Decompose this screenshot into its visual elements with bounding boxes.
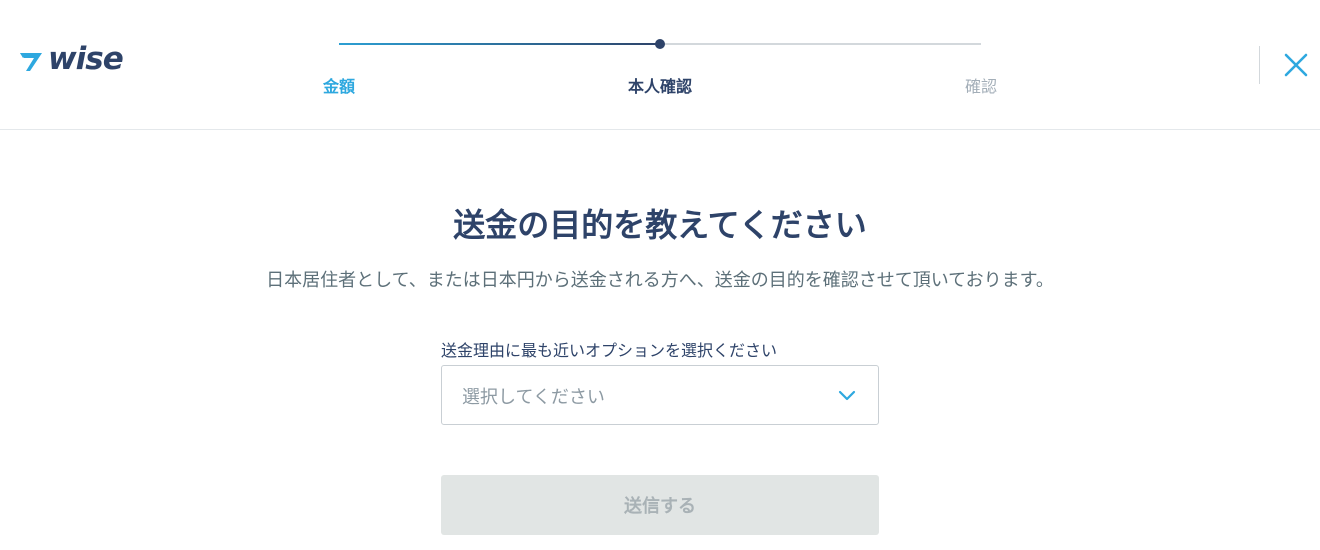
progress-stepper <box>339 38 981 52</box>
submit-button[interactable]: 送信する <box>441 475 879 535</box>
top-bar: wise 金額 本人確認 確認 <box>0 0 1320 130</box>
transfer-reason-select[interactable]: 選択してください <box>441 365 879 425</box>
current-step-marker <box>655 39 665 49</box>
reason-field-label: 送金理由に最も近いオプションを選択ください <box>441 341 778 360</box>
header-divider <box>1259 46 1260 84</box>
wise-logo-text: wise <box>48 41 124 77</box>
wise-logo[interactable]: wise <box>18 41 124 77</box>
page-title: 送金の目的を教えてください <box>453 206 867 244</box>
chevron-down-icon <box>838 390 856 401</box>
step-amount[interactable]: 金額 <box>323 73 355 97</box>
step-verification: 本人確認 <box>627 77 693 96</box>
close-button[interactable] <box>1281 50 1311 80</box>
wise-flag-icon <box>20 52 42 71</box>
progress-track-complete <box>339 43 660 45</box>
progress-track-remaining <box>660 43 981 45</box>
select-placeholder: 選択してください <box>462 387 605 408</box>
close-icon <box>1284 53 1308 77</box>
step-review: 確認 <box>964 77 998 96</box>
page-subtitle: 日本居住者として、または日本円から送金される方へ、送金の目的を確認させて頂いてお… <box>266 270 1054 291</box>
